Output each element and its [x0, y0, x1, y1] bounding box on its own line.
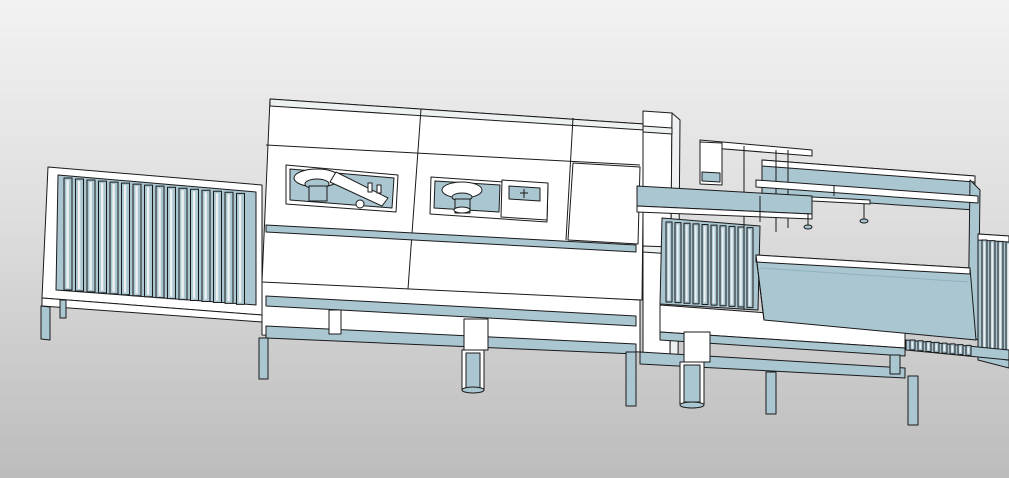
roller-highlight [169, 189, 173, 297]
outfeed-roller-conveyor[interactable] [660, 218, 760, 310]
roller-highlight [685, 225, 688, 302]
infeed-leg-rear [60, 300, 66, 318]
roller-highlight [911, 342, 913, 348]
roller-highlight [215, 193, 219, 301]
base-leg-2 [626, 352, 636, 406]
roller-highlight [959, 346, 961, 353]
infeed-roller-conveyor[interactable] [41, 167, 262, 340]
roller-highlight [739, 229, 742, 306]
roller-highlight [943, 345, 945, 352]
drive-motor-1[interactable] [462, 319, 488, 393]
roller-highlight [983, 242, 985, 354]
roller-highlight [227, 194, 230, 302]
roller-highlight [204, 192, 207, 300]
roller-highlight [991, 242, 993, 356]
roller-highlight [703, 226, 706, 303]
roller-highlight [667, 224, 670, 300]
roller-highlight [112, 184, 115, 292]
roller-highlight [676, 224, 679, 301]
roller-highlight [146, 187, 150, 295]
roller-highlight [123, 185, 127, 293]
main-machine-cabinet[interactable] [262, 99, 644, 300]
roller-highlight [192, 191, 196, 299]
roller-highlight [999, 243, 1001, 357]
roller-highlight [919, 342, 921, 349]
roller-highlight [927, 343, 929, 350]
roller-highlight [66, 180, 69, 288]
machine-3d-model[interactable] [0, 0, 1009, 478]
access-door[interactable] [568, 163, 640, 244]
roller-highlight [967, 347, 969, 354]
roller-highlight [748, 229, 751, 306]
roller-highlight [694, 225, 697, 302]
roller-highlight [935, 344, 937, 351]
outfeed-leg-1 [766, 372, 776, 414]
roller-highlight [135, 186, 138, 294]
roller-highlight [951, 345, 953, 352]
base-leg-1 [259, 338, 268, 379]
roller-highlight [100, 183, 104, 291]
cad-viewport[interactable] [0, 0, 1009, 478]
roller-highlight [158, 188, 161, 296]
outfeed-leg-2 [908, 376, 918, 425]
roller-highlight [730, 228, 733, 305]
gripper-2[interactable] [860, 204, 868, 223]
roller-highlight [181, 190, 184, 298]
roller-highlight [89, 182, 92, 290]
control-box[interactable] [501, 180, 548, 220]
spindle-window-right[interactable] [430, 177, 548, 222]
machine-base-frame[interactable] [259, 280, 640, 406]
base-bracket [329, 310, 341, 334]
roller-highlight [712, 227, 715, 304]
roller-highlight [238, 195, 242, 303]
infeed-leg [41, 306, 50, 340]
roller-highlight [721, 227, 724, 304]
roller-highlight [77, 181, 81, 289]
drive-motor-2[interactable] [680, 332, 710, 408]
